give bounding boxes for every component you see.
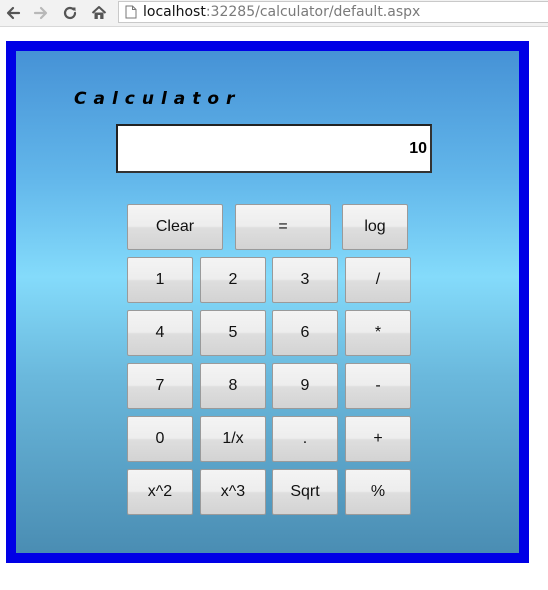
cube-button[interactable]: x^3: [200, 469, 266, 515]
digit-0-button[interactable]: 0: [127, 416, 193, 462]
digit-9-button[interactable]: 9: [272, 363, 338, 409]
address-bar[interactable]: localhost:32285/calculator/default.aspx: [118, 1, 548, 23]
calculator-title: Calculator: [74, 89, 242, 109]
page-icon: [125, 5, 137, 19]
equals-button[interactable]: =: [235, 204, 331, 250]
home-icon[interactable]: [89, 3, 109, 23]
display-field[interactable]: 10: [116, 124, 432, 173]
reload-icon[interactable]: [60, 3, 80, 23]
forward-icon[interactable]: [31, 3, 51, 23]
multiply-button[interactable]: *: [345, 310, 411, 356]
divide-button[interactable]: /: [345, 257, 411, 303]
digit-7-button[interactable]: 7: [127, 363, 193, 409]
decimal-point-button[interactable]: .: [272, 416, 338, 462]
url-path: :32285/calculator/default.aspx: [205, 4, 421, 20]
calculator-frame: Calculator 10 Clear = log 1 2 3 / 4 5 6 …: [6, 41, 529, 563]
reciprocal-button[interactable]: 1/x: [200, 416, 266, 462]
add-button[interactable]: +: [345, 416, 411, 462]
back-icon[interactable]: [3, 3, 23, 23]
square-button[interactable]: x^2: [127, 469, 193, 515]
digit-6-button[interactable]: 6: [272, 310, 338, 356]
digit-8-button[interactable]: 8: [200, 363, 266, 409]
digit-4-button[interactable]: 4: [127, 310, 193, 356]
url-host: localhost: [143, 4, 206, 20]
sqrt-button[interactable]: Sqrt: [272, 469, 338, 515]
digit-3-button[interactable]: 3: [272, 257, 338, 303]
log-button[interactable]: log: [342, 204, 408, 250]
calculator-panel: Calculator 10 Clear = log 1 2 3 / 4 5 6 …: [16, 51, 519, 553]
subtract-button[interactable]: -: [345, 363, 411, 409]
digit-1-button[interactable]: 1: [127, 257, 193, 303]
clear-button[interactable]: Clear: [127, 204, 223, 250]
browser-toolbar: localhost:32285/calculator/default.aspx: [0, 0, 548, 27]
digit-5-button[interactable]: 5: [200, 310, 266, 356]
url-text: localhost:32285/calculator/default.aspx: [143, 4, 420, 20]
digit-2-button[interactable]: 2: [200, 257, 266, 303]
percent-button[interactable]: %: [345, 469, 411, 515]
